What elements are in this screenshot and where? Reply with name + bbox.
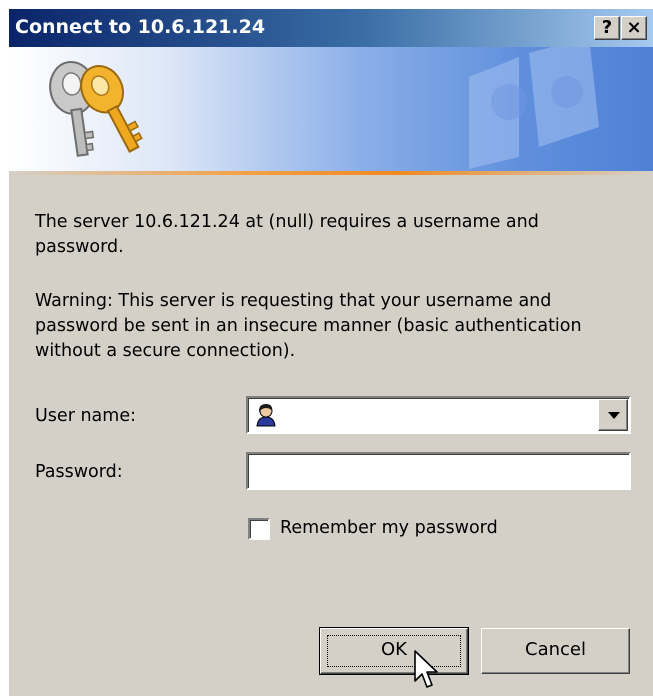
help-button[interactable]: ? <box>594 16 620 40</box>
server-message-line: password. <box>35 237 124 257</box>
mouse-cursor-icon <box>414 650 438 688</box>
warning-line: password be sent in an insecure manner (… <box>35 316 582 336</box>
password-field[interactable] <box>246 452 631 490</box>
cancel-button[interactable]: Cancel <box>481 628 630 674</box>
user-icon <box>256 404 276 427</box>
title-bar[interactable]: Connect to 10.6.121.24 ? × <box>9 9 653 47</box>
username-dropdown-button[interactable] <box>598 399 628 431</box>
chevron-down-icon <box>608 412 620 419</box>
warning-line: Warning: This server is requesting that … <box>35 291 552 311</box>
close-button[interactable]: × <box>621 16 647 40</box>
login-dialog: Connect to 10.6.121.24 ? × The server 10… <box>8 8 653 696</box>
banner <box>9 47 653 171</box>
keys-icon <box>49 60 143 157</box>
server-message-line: The server 10.6.121.24 at (null) require… <box>35 212 539 232</box>
username-input[interactable] <box>282 402 586 430</box>
username-combobox[interactable] <box>246 396 631 434</box>
ok-button[interactable]: OK <box>319 627 469 675</box>
security-warning: Warning: This server is requesting that … <box>35 289 635 364</box>
warning-line: without a secure connection). <box>35 341 296 361</box>
banner-accent-line <box>9 171 653 175</box>
password-input[interactable] <box>254 458 618 486</box>
network-logo-watermark <box>469 47 599 169</box>
focus-indicator <box>327 635 461 667</box>
cancel-button-label: Cancel <box>525 639 586 660</box>
server-message: The server 10.6.121.24 at (null) require… <box>35 210 635 260</box>
window-title: Connect to 10.6.121.24 <box>15 16 266 38</box>
username-label: User name: <box>35 406 136 426</box>
remember-password-checkbox[interactable] <box>248 518 270 540</box>
remember-password-label[interactable]: Remember my password <box>280 518 498 538</box>
password-label: Password: <box>35 462 123 482</box>
